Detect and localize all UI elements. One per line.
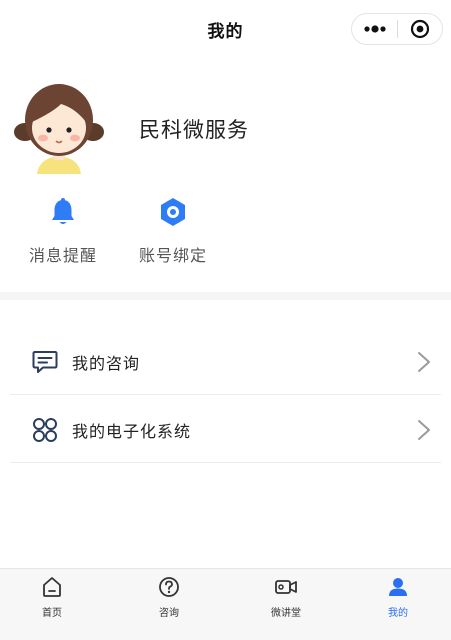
tab-label: 首页 bbox=[42, 608, 62, 619]
close-button[interactable] bbox=[398, 14, 442, 44]
page-title: 我的 bbox=[207, 21, 244, 42]
page: 我的 民科微服务 消息提醒 账号绑定 我的咨询 我的电子化系统 首页 咨询 微讲… bbox=[0, 0, 451, 640]
section-divider bbox=[0, 292, 451, 300]
tab-home[interactable]: 首页 bbox=[12, 575, 92, 619]
tab-micro-lecture[interactable]: 微讲堂 bbox=[246, 575, 326, 619]
bell-icon bbox=[47, 196, 79, 228]
account-binding-button[interactable]: 账号绑定 bbox=[128, 196, 218, 266]
chevron-right-icon bbox=[418, 420, 430, 440]
message-reminder-label: 消息提醒 bbox=[28, 246, 97, 265]
video-icon bbox=[274, 575, 298, 599]
gear-icon bbox=[157, 196, 189, 228]
question-icon bbox=[157, 575, 181, 599]
girl-avatar-icon bbox=[14, 84, 104, 174]
top-nav-bar: 我的 bbox=[0, 0, 451, 58]
account-binding-label: 账号绑定 bbox=[138, 246, 207, 265]
chat-bubble-icon bbox=[30, 347, 60, 377]
tab-label: 微讲堂 bbox=[271, 608, 301, 619]
avatar[interactable] bbox=[13, 78, 105, 174]
user-name: 民科微服务 bbox=[139, 118, 249, 142]
menu-item-label: 我的咨询 bbox=[72, 353, 141, 373]
more-button[interactable] bbox=[352, 14, 397, 44]
four-circles-icon bbox=[30, 415, 60, 445]
menu-item-my-electronic-system[interactable]: 我的电子化系统 bbox=[10, 397, 441, 463]
user-icon bbox=[386, 575, 410, 599]
menu-item-my-consultation[interactable]: 我的咨询 bbox=[10, 329, 441, 395]
tab-label: 我的 bbox=[388, 608, 408, 619]
message-reminder-button[interactable]: 消息提醒 bbox=[18, 196, 108, 266]
home-icon bbox=[40, 575, 64, 599]
menu-item-label: 我的电子化系统 bbox=[72, 421, 192, 441]
target-close-icon bbox=[410, 19, 430, 39]
tab-mine[interactable]: 我的 bbox=[358, 575, 438, 619]
bottom-tab-bar: 首页 咨询 微讲堂 我的 bbox=[0, 568, 451, 640]
mini-program-capsule bbox=[351, 13, 443, 45]
chevron-right-icon bbox=[418, 352, 430, 372]
tab-label: 咨询 bbox=[159, 608, 179, 619]
more-dots-icon bbox=[363, 25, 386, 33]
tab-consultation[interactable]: 咨询 bbox=[129, 575, 209, 619]
